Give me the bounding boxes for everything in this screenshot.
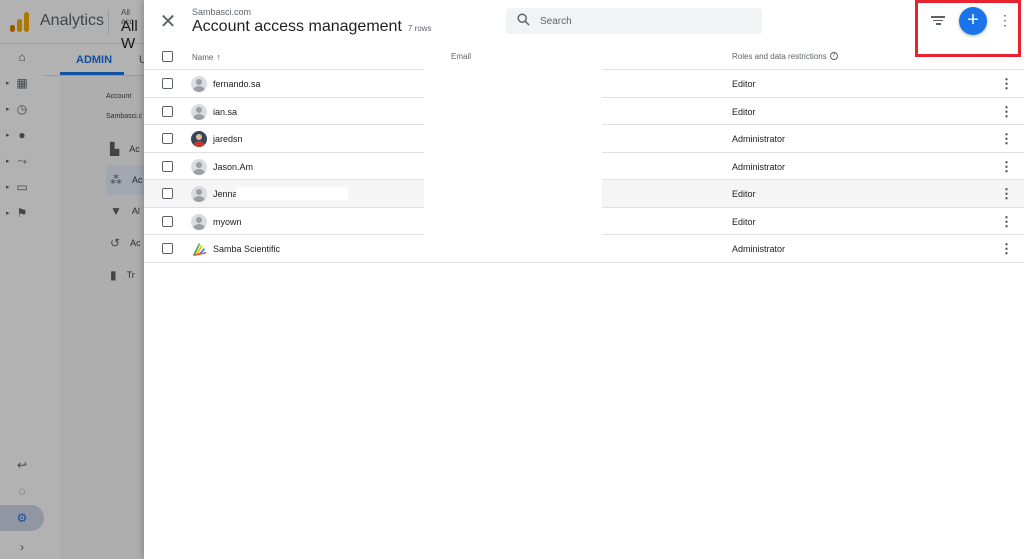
panel-title: Account access management [192,18,402,35]
table-header: Name ↑ Email Roles and data restrictions? [144,43,1024,70]
user-name: Jason.Am [213,161,254,172]
search-box [506,8,762,34]
name-redaction [236,187,348,200]
row-checkbox[interactable] [162,105,173,117]
row-more-icon[interactable]: ⋮ [1000,186,1013,202]
row-checkbox[interactable] [162,78,173,89]
search-input[interactable] [540,15,740,27]
user-role: Administrator [732,134,786,144]
row-more-icon[interactable]: ⋮ [1000,214,1013,230]
user-role: Editor [732,189,756,199]
column-header-email[interactable]: Email [451,52,471,61]
user-role: Editor [732,79,756,89]
default-avatar-icon [191,103,207,120]
table-row[interactable]: Samba Scientific Administrator ⋮ [144,235,1024,263]
row-checkbox[interactable] [162,243,173,254]
filter-icon[interactable] [930,14,946,28]
select-all-checkbox[interactable] [162,51,173,62]
default-avatar-icon [191,186,207,202]
user-name: jaredsn [213,134,243,144]
panel-subtitle: Sambasci.com [192,7,252,17]
row-checkbox[interactable] [162,215,173,227]
row-more-icon[interactable]: ⋮ [1000,76,1013,92]
user-name: fernando.sa [213,79,261,89]
column-header-roles[interactable]: Roles and data restrictions? [732,52,838,61]
email-redaction [424,69,602,235]
more-options-icon[interactable]: ⋮ [998,12,1012,32]
row-checkbox[interactable] [162,188,173,199]
row-checkbox[interactable] [162,133,173,144]
row-more-icon[interactable]: ⋮ [1000,159,1013,175]
row-more-icon[interactable]: ⋮ [1000,241,1013,257]
close-button[interactable]: ✕ [158,12,178,32]
user-photo-avatar [191,131,207,147]
samba-logo-icon [191,241,207,257]
sort-arrow-icon: ↑ [216,52,221,62]
row-more-icon[interactable]: ⋮ [1000,131,1013,147]
user-name: Samba Scientific [213,244,281,254]
default-avatar-icon [191,158,207,175]
default-avatar-icon [191,76,207,92]
user-role: Administrator [732,161,786,172]
row-checkbox[interactable] [162,160,173,172]
add-user-button[interactable]: + [959,7,987,35]
help-icon[interactable]: ? [829,52,838,60]
user-role: Administrator [732,244,786,254]
panel-title-wrap: Account access management 7 rows [192,18,431,36]
column-header-name[interactable]: Name ↑ [192,52,221,62]
user-role: Editor [732,106,756,117]
user-role: Editor [732,216,756,227]
row-more-icon[interactable]: ⋮ [1000,104,1013,120]
search-icon [506,13,540,29]
user-name: myown [213,216,242,227]
user-name: ian.sa [213,106,238,117]
account-access-panel: ✕ Sambasci.com Account access management… [144,0,1024,559]
row-count: 7 rows [407,24,432,33]
default-avatar-icon [191,213,207,230]
